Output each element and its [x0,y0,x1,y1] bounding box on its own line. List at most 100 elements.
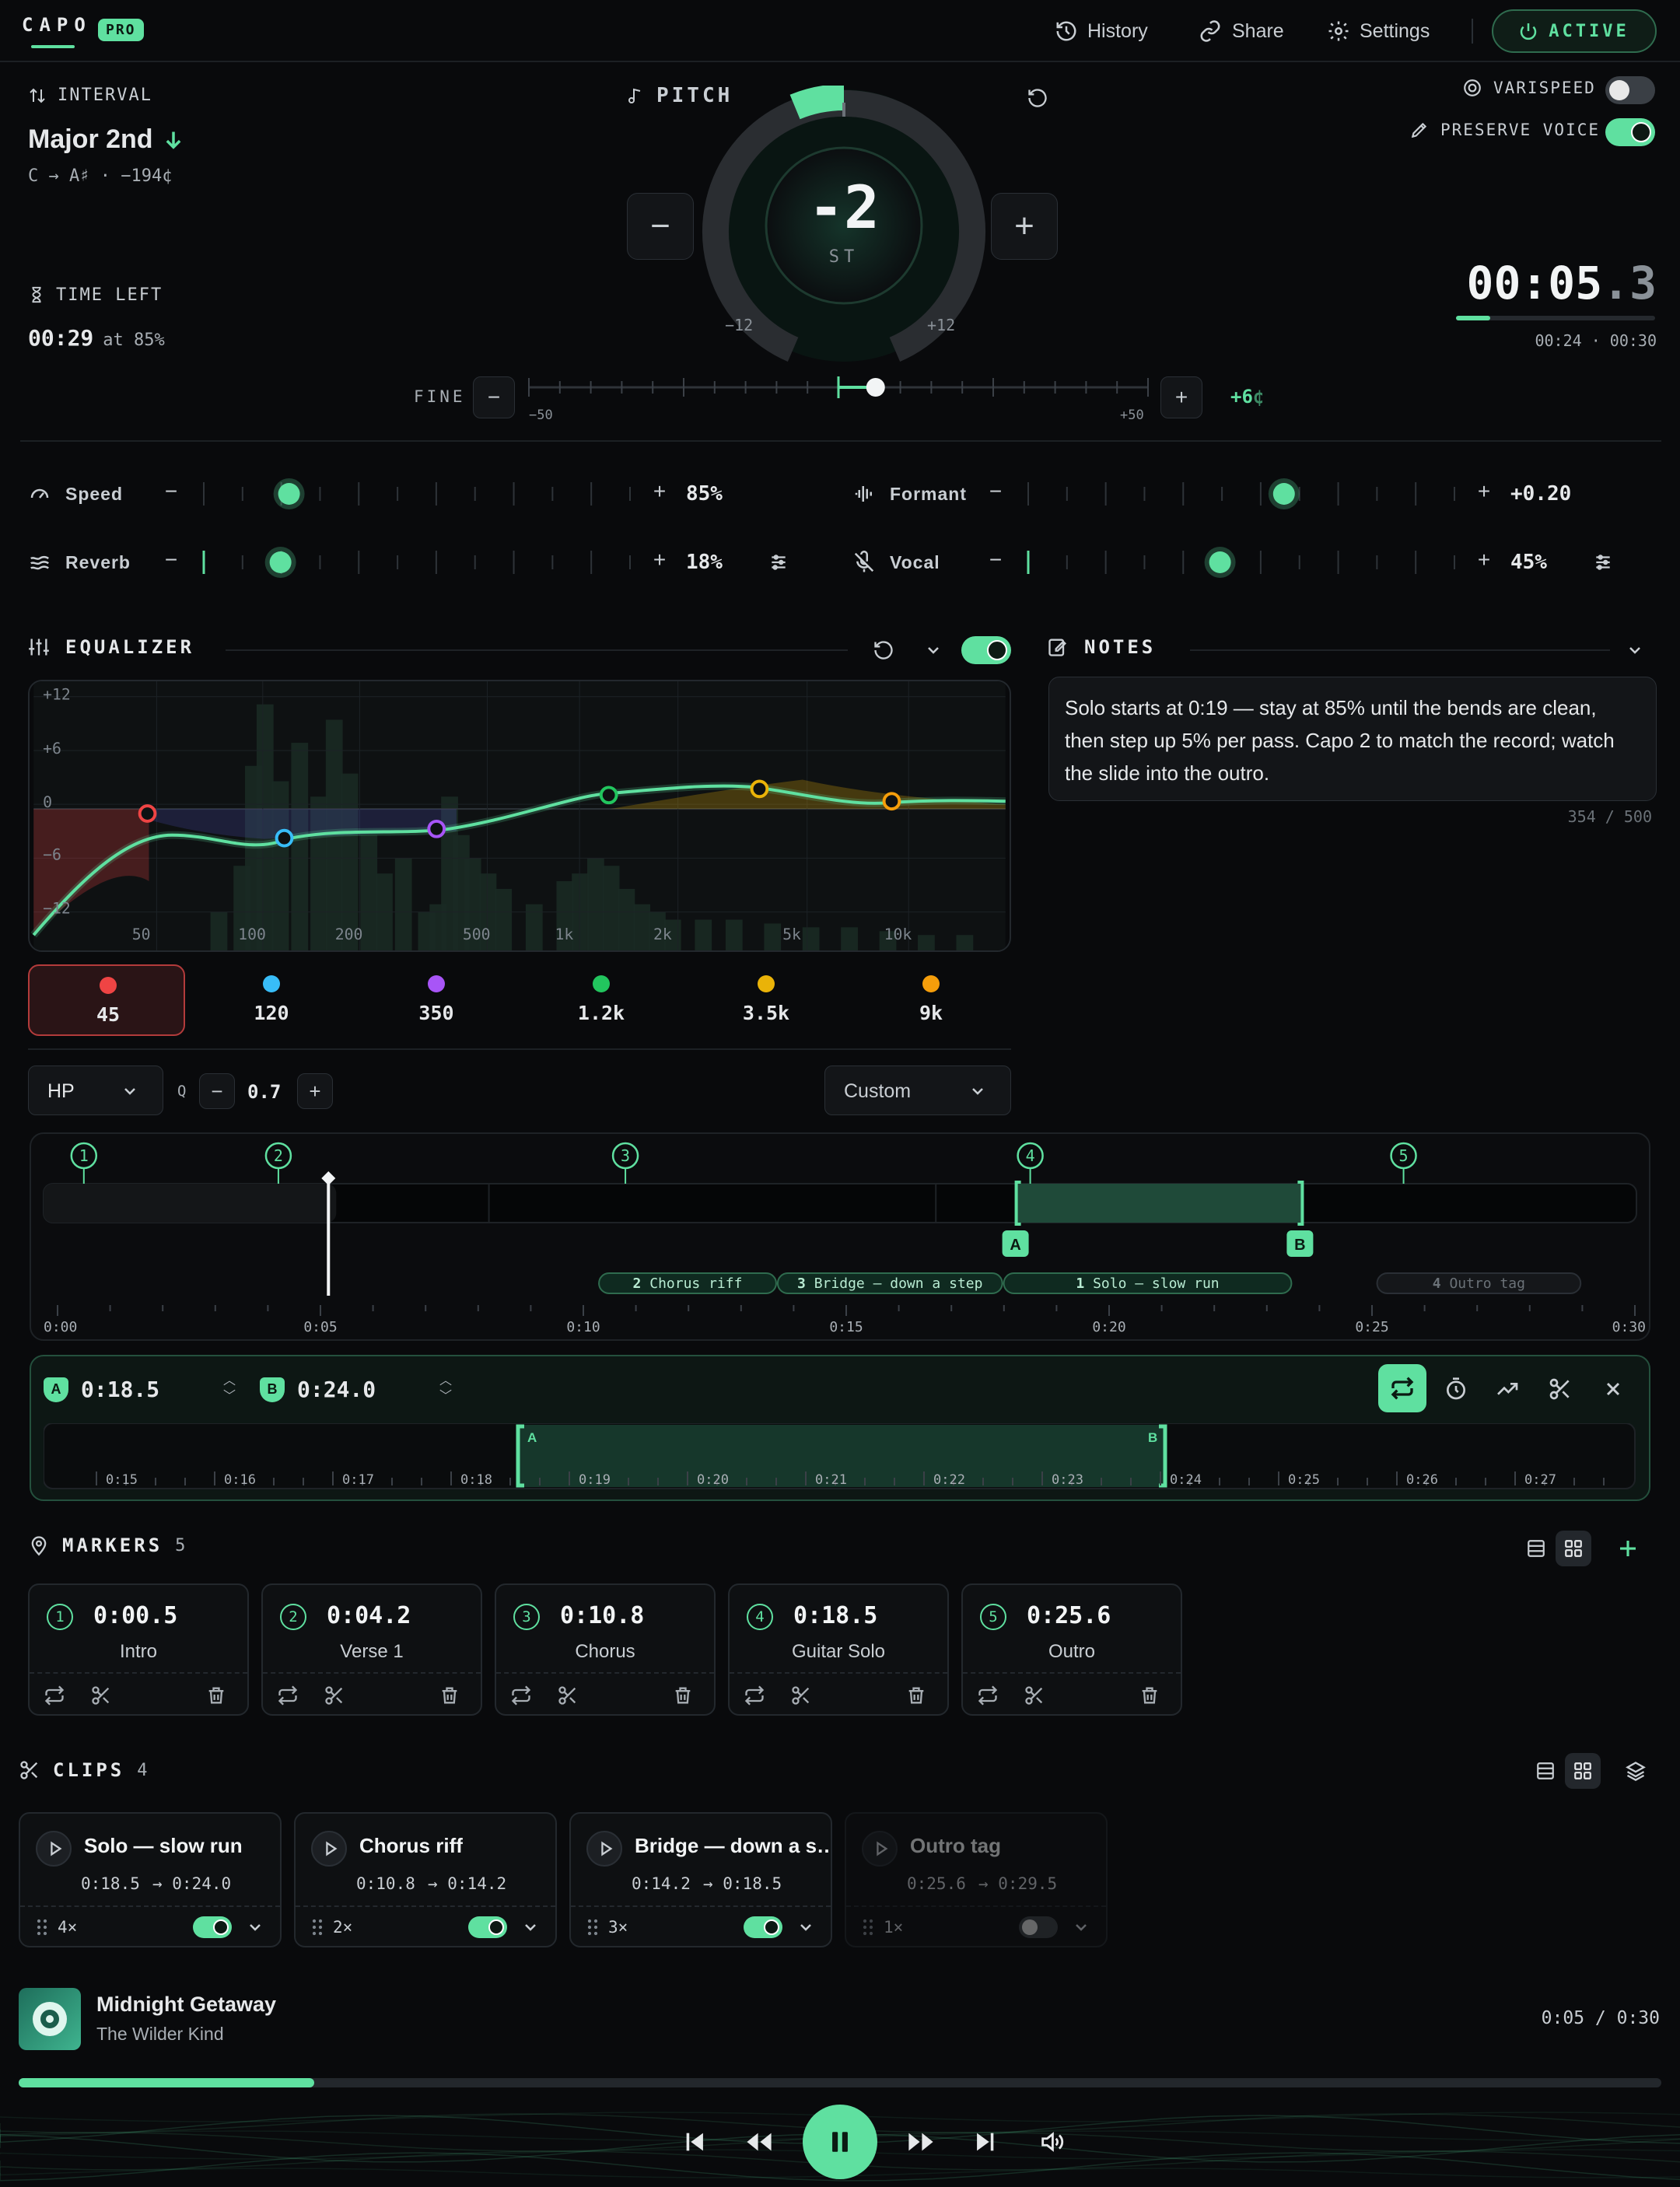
add-marker-button[interactable] [1610,1531,1646,1566]
volume-button[interactable] [1033,2123,1070,2161]
trash-icon[interactable] [205,1685,227,1706]
drag-handle-icon[interactable] [310,1918,325,1937]
marker-card[interactable]: 1 0:00.5 Intro [28,1583,249,1716]
slider-track[interactable] [1024,543,1459,582]
scissors-icon[interactable] [90,1685,112,1706]
slider-thumb[interactable] [269,551,292,573]
markers-grid-view-button[interactable] [1556,1531,1591,1566]
slider-thumb[interactable] [1272,483,1295,505]
preserve-voice-toggle[interactable] [1605,118,1655,146]
clip-card[interactable]: Chorus riff 0:10.8 → 0:14.2 2× [294,1812,557,1947]
clip-card[interactable]: Outro tag 0:25.6 → 0:29.5 1× [845,1812,1108,1947]
slider-decrease-button[interactable]: − [157,548,185,576]
slider-decrease-button[interactable]: − [157,479,185,507]
settings-button[interactable]: Settings [1327,16,1430,47]
notes-textarea[interactable]: Solo starts at 0:19 — stay at 85% until … [1048,677,1657,801]
repeat-icon[interactable] [977,1685,999,1706]
marker-card[interactable]: 2 0:04.2 Verse 1 [261,1583,482,1716]
markers-list-view-button[interactable] [1518,1531,1554,1566]
fine-thumb[interactable] [866,378,885,397]
clip-card[interactable]: Solo — slow run 0:18.5 → 0:24.0 4× [19,1812,282,1947]
clip-play-button[interactable] [586,1831,622,1867]
chevron-down-icon[interactable] [796,1918,815,1937]
slider-increase-button[interactable]: + [1470,548,1498,576]
eq-band-node[interactable] [599,786,618,805]
eq-enable-toggle[interactable] [961,636,1011,664]
eq-band-chip[interactable]: 120 [193,964,350,1036]
app-logo[interactable]: CAPO [22,14,92,36]
slider-increase-button[interactable]: + [646,548,674,576]
eq-band-chip[interactable]: 3.5k [688,964,845,1036]
repeat-icon[interactable] [277,1685,299,1706]
scissors-icon[interactable] [1024,1685,1045,1706]
eq-reset-button[interactable] [870,636,898,664]
chevron-down-icon[interactable] [1072,1918,1090,1937]
marker-card[interactable]: 5 0:25.6 Outro [961,1583,1182,1716]
drag-handle-icon[interactable] [585,1918,600,1937]
eq-band-node[interactable] [882,792,901,811]
clip-play-button[interactable] [862,1831,898,1867]
loop-b-stepper[interactable]: ︿ ﹀ [437,1373,454,1408]
repeat-icon[interactable] [510,1685,532,1706]
loop-zoom-track[interactable]: A B 0:15 0:16 0:17 0:18 0:19 0:20 0:21 0:22 0:23 0:… [44,1423,1636,1490]
loop-trend-button[interactable] [1492,1373,1523,1405]
q-increase-button[interactable]: + [297,1073,333,1109]
loop-repeat-button[interactable] [1378,1364,1426,1412]
chevron-down-icon[interactable] [521,1918,540,1937]
slider-thumb[interactable] [278,483,300,505]
trash-icon[interactable] [905,1685,927,1706]
loop-cut-button[interactable] [1545,1373,1576,1405]
fine-decrease-button[interactable]: − [473,376,515,418]
pause-button[interactable] [803,2105,877,2179]
loop-a-time[interactable]: 0:18.5 [81,1377,159,1402]
marker-card[interactable]: 4 0:18.5 Guitar Solo [728,1583,949,1716]
filter-type-select[interactable]: HP [28,1066,163,1115]
eq-band-node[interactable] [138,804,157,823]
fine-increase-button[interactable]: + [1160,376,1202,418]
chevron-down-icon[interactable] [246,1918,264,1937]
album-art[interactable] [19,1988,81,2050]
scissors-icon[interactable] [324,1685,345,1706]
slider-increase-button[interactable]: + [646,479,674,507]
clips-layers-button[interactable] [1618,1753,1654,1789]
track-progress-track[interactable] [19,2078,1661,2087]
pitch-decrease-button[interactable]: − [627,193,694,260]
marker-card[interactable]: 3 0:10.8 Chorus [495,1583,716,1716]
pitch-reset-button[interactable] [1024,84,1052,112]
loop-b-time[interactable]: 0:24.0 [297,1377,376,1402]
eq-graph[interactable]: +12 +6 0 −6 −12 50 100 200 500 1k 2k 5k 10k [28,680,1011,952]
tune-icon[interactable] [768,552,789,572]
slider-decrease-button[interactable]: − [982,479,1010,507]
loop-a-stepper[interactable]: ︿ ﹀ [221,1373,238,1408]
eq-band-node[interactable] [275,828,294,848]
clip-enable-toggle[interactable] [468,1916,507,1938]
eq-collapse-button[interactable] [919,636,947,664]
slider-track[interactable] [199,543,635,582]
scissors-icon[interactable] [790,1685,812,1706]
drag-handle-icon[interactable] [34,1918,50,1937]
slider-increase-button[interactable]: + [1470,479,1498,507]
slider-decrease-button[interactable]: − [982,548,1010,576]
eq-band-node[interactable] [427,819,446,838]
loop-close-button[interactable] [1598,1373,1629,1405]
drag-handle-icon[interactable] [860,1918,876,1937]
active-status-button[interactable]: ACTIVE [1492,9,1657,53]
clip-play-button[interactable] [36,1831,72,1867]
eq-band-node[interactable] [750,779,769,799]
varispeed-toggle[interactable] [1605,76,1655,104]
fast-forward-button[interactable] [902,2123,940,2161]
pitch-increase-button[interactable]: + [991,193,1058,260]
share-button[interactable]: Share [1198,16,1284,47]
eq-preset-select[interactable]: Custom [824,1066,1011,1115]
clip-card[interactable]: Bridge — down a s… 0:14.2 → 0:18.5 3× [569,1812,832,1947]
skip-forward-button[interactable] [966,2123,1003,2161]
clips-grid-view-button[interactable] [1565,1753,1601,1789]
eq-band-chip[interactable]: 9k [852,964,1010,1036]
trash-icon[interactable] [672,1685,694,1706]
slider-thumb[interactable] [1209,551,1231,573]
scissors-icon[interactable] [557,1685,579,1706]
slider-track[interactable] [199,474,635,513]
trash-icon[interactable] [1139,1685,1160,1706]
loop-timer-button[interactable] [1440,1373,1472,1405]
history-button[interactable]: History [1055,16,1148,47]
